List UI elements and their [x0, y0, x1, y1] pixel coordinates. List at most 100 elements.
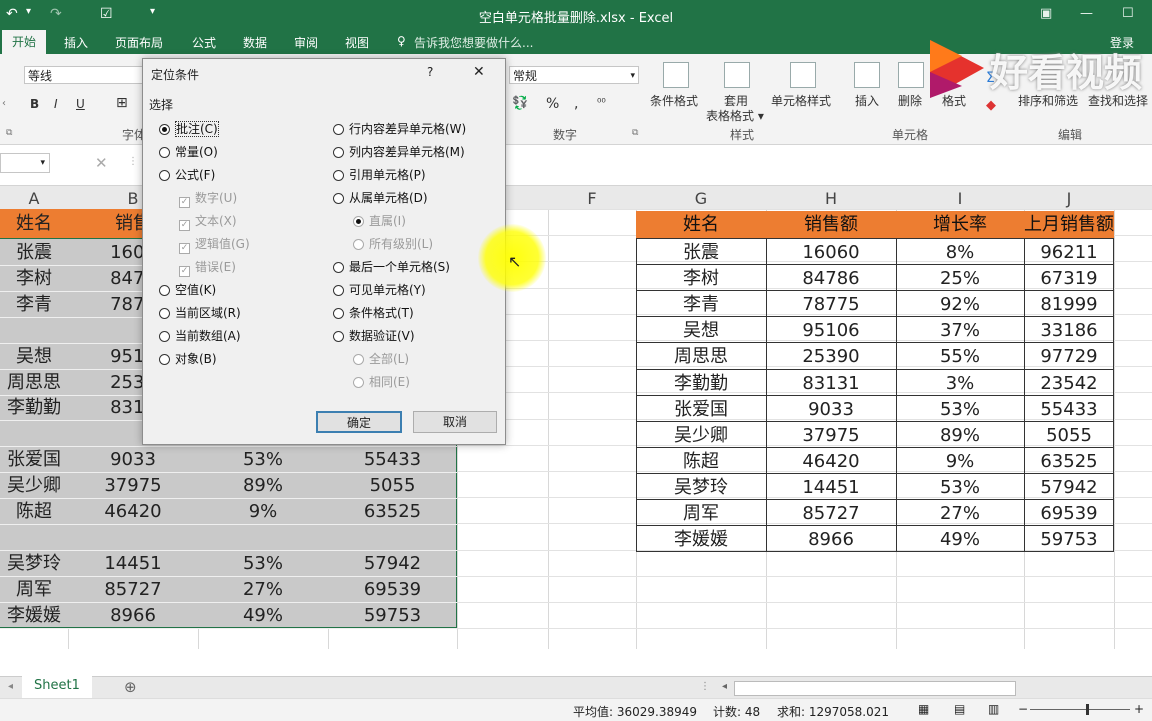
- dialog-option[interactable]: 引用单元格(P): [333, 167, 426, 183]
- insert-button[interactable]: 插入: [855, 92, 879, 109]
- tab-home[interactable]: 开始: [2, 30, 47, 54]
- zoom-out-icon[interactable]: −: [1018, 702, 1028, 716]
- column-header-j[interactable]: J: [1024, 189, 1114, 208]
- conditional-format-icon[interactable]: [663, 62, 689, 88]
- left-table-cell[interactable]: 李树: [0, 266, 68, 292]
- left-table-cell[interactable]: 69539: [328, 577, 457, 603]
- tab-insert[interactable]: 插入: [64, 34, 88, 51]
- conditional-format-button[interactable]: 条件格式: [650, 92, 698, 109]
- dialog-option[interactable]: 常量(O): [159, 144, 218, 160]
- column-header-h[interactable]: H: [766, 189, 896, 208]
- formula-options-icon[interactable]: ⋮: [128, 156, 138, 167]
- name-box[interactable]: ▾: [0, 153, 50, 173]
- table-format-icon[interactable]: [724, 62, 750, 88]
- left-table-cell[interactable]: 李青: [0, 292, 68, 318]
- left-table-cell[interactable]: 37975: [68, 473, 198, 499]
- page-layout-view-icon[interactable]: ▤: [954, 702, 965, 716]
- horizontal-scrollbar[interactable]: [734, 681, 1016, 696]
- left-table-cell[interactable]: 53%: [198, 551, 328, 577]
- sheet-prev-icon[interactable]: ◂: [8, 681, 13, 692]
- left-table-cell[interactable]: 吴少卿: [0, 473, 68, 499]
- ok-button[interactable]: 确定: [316, 411, 402, 433]
- dialog-close-button[interactable]: ✕: [473, 64, 485, 80]
- column-header-f[interactable]: F: [548, 189, 636, 208]
- tab-data[interactable]: 数据: [243, 34, 267, 51]
- dialog-option[interactable]: 数据验证(V): [333, 328, 415, 344]
- left-table-cell[interactable]: 63525: [328, 499, 457, 525]
- left-table-cell[interactable]: 89%: [198, 473, 328, 499]
- dialog-option[interactable]: 对象(B): [159, 351, 217, 367]
- left-table-cell[interactable]: 周军: [0, 577, 68, 603]
- dialog-help-button[interactable]: ?: [427, 65, 433, 79]
- scroll-left-icon[interactable]: ◂: [722, 681, 727, 692]
- dialog-option[interactable]: 条件格式(T): [333, 305, 414, 321]
- left-header-cell[interactable]: 姓名: [0, 211, 68, 237]
- left-table-cell[interactable]: 85727: [68, 577, 198, 603]
- zoom-in-icon[interactable]: +: [1134, 702, 1144, 716]
- left-table-cell[interactable]: 吴梦玲: [0, 551, 68, 577]
- dialog-option[interactable]: 公式(F): [159, 167, 215, 183]
- dialog-option[interactable]: 空值(K): [159, 282, 216, 298]
- delete-button[interactable]: 删除: [898, 92, 922, 109]
- dialog-option[interactable]: 行内容差异单元格(W): [333, 121, 466, 137]
- left-table-cell[interactable]: 14451: [68, 551, 198, 577]
- comma-button[interactable]: ,: [574, 96, 578, 112]
- zoom-slider[interactable]: [1030, 709, 1130, 710]
- left-table-cell[interactable]: 46420: [68, 499, 198, 525]
- dialog-option[interactable]: 列内容差异单元格(M): [333, 144, 465, 160]
- tab-page-layout[interactable]: 页面布局: [115, 34, 163, 51]
- normal-view-icon[interactable]: ▦: [918, 702, 929, 716]
- dialog-option[interactable]: 当前数组(A): [159, 328, 241, 344]
- left-table-cell[interactable]: 55433: [328, 447, 457, 473]
- dialog-option[interactable]: 从属单元格(D): [333, 190, 428, 206]
- left-table-cell[interactable]: 张爱国: [0, 447, 68, 473]
- dialog-launcher-icon[interactable]: ⧉: [6, 128, 12, 138]
- percent-button[interactable]: %: [546, 96, 559, 112]
- number-format-combo[interactable]: 常规 ▾: [509, 66, 639, 84]
- dialog-option[interactable]: 最后一个单元格(S): [333, 259, 450, 275]
- left-table-cell[interactable]: 5055: [328, 473, 457, 499]
- insert-cells-icon[interactable]: [854, 62, 880, 88]
- bold-button[interactable]: B: [30, 97, 39, 111]
- right-header-cell[interactable]: 增长率: [896, 211, 1024, 238]
- left-table-cell[interactable]: 李勤勤: [0, 395, 68, 421]
- left-table-cell[interactable]: 9%: [198, 499, 328, 525]
- left-table-cell[interactable]: 27%: [198, 577, 328, 603]
- left-table-cell[interactable]: 李媛媛: [0, 603, 68, 629]
- tab-formulas[interactable]: 公式: [192, 34, 216, 51]
- border-icon[interactable]: ⊞: [116, 95, 128, 111]
- underline-button[interactable]: U: [76, 97, 85, 111]
- tell-me-box[interactable]: 告诉我您想要做什么...: [414, 34, 533, 51]
- decimal-increase-icon[interactable]: ⁰⁰: [597, 96, 606, 109]
- left-table-cell[interactable]: 9033: [68, 447, 198, 473]
- tab-review[interactable]: 审阅: [294, 34, 318, 51]
- left-table-cell[interactable]: 53%: [198, 447, 328, 473]
- maximize-icon[interactable]: ☐: [1122, 6, 1134, 21]
- dialog-option[interactable]: 批注(C): [159, 121, 219, 137]
- cell-style-button[interactable]: 单元格样式: [771, 92, 831, 109]
- left-table-cell[interactable]: 张震: [0, 240, 68, 266]
- tab-view[interactable]: 视图: [345, 34, 369, 51]
- left-table-cell[interactable]: 周思思: [0, 370, 68, 396]
- right-header-cell[interactable]: 上月销售额: [1024, 211, 1114, 238]
- dialog-option[interactable]: 可见单元格(Y): [333, 282, 426, 298]
- currency-icon[interactable]: 💱: [512, 96, 528, 111]
- cancel-button[interactable]: 取消: [413, 411, 497, 433]
- collapse-arrow-icon[interactable]: ‹: [2, 98, 6, 109]
- column-header-g[interactable]: G: [636, 189, 766, 208]
- minimize-icon[interactable]: —: [1080, 6, 1093, 21]
- dialog-launcher-icon[interactable]: ⧉: [632, 128, 638, 138]
- italic-button[interactable]: I: [54, 97, 58, 111]
- cell-style-icon[interactable]: [790, 62, 816, 88]
- add-sheet-icon[interactable]: ⊕: [124, 678, 137, 696]
- left-table-cell[interactable]: 陈超: [0, 499, 68, 525]
- dialog-option[interactable]: 当前区域(R): [159, 305, 241, 321]
- font-name-combo[interactable]: 等线: [24, 66, 144, 84]
- delete-cells-icon[interactable]: [898, 62, 924, 88]
- left-table-cell[interactable]: 49%: [198, 603, 328, 629]
- left-table-cell[interactable]: 57942: [328, 551, 457, 577]
- cancel-entry-icon[interactable]: ✕: [95, 154, 108, 172]
- column-header-i[interactable]: I: [896, 189, 1024, 208]
- sheet-tab-sheet1[interactable]: Sheet1: [22, 676, 92, 700]
- scroll-options-icon[interactable]: ⋮: [700, 681, 710, 692]
